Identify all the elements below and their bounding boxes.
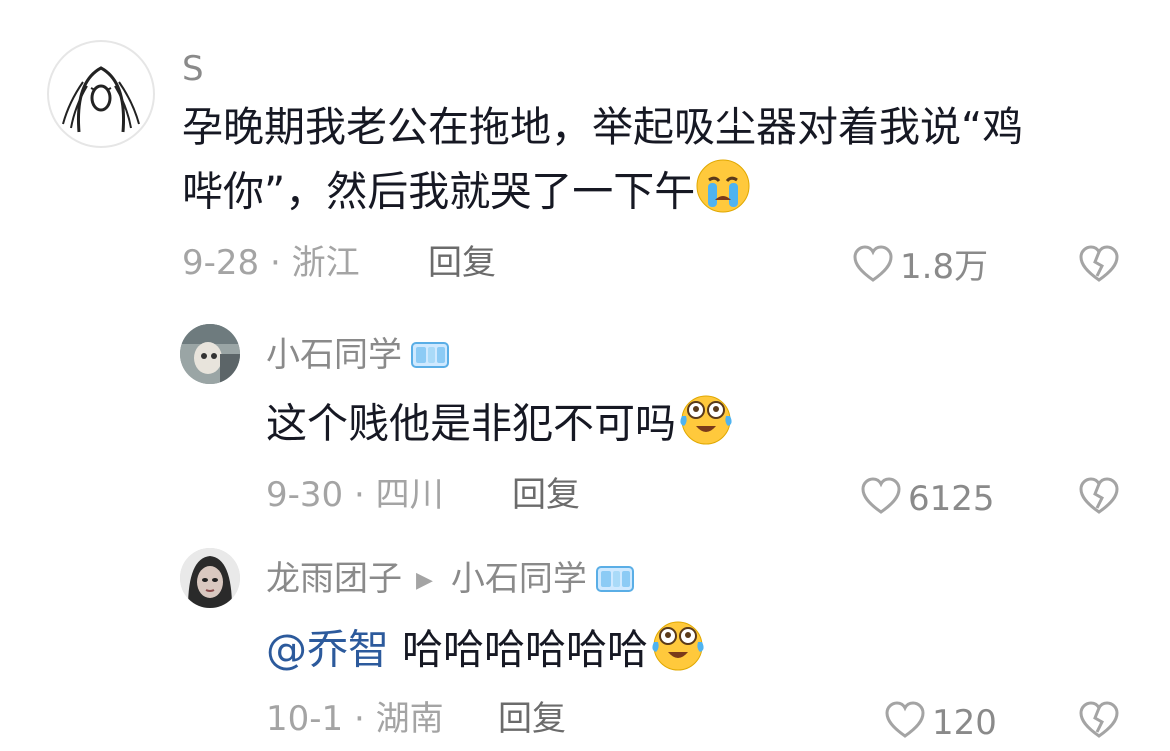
- comment-text-line-1: 孕晚期我老公在拖地，举起吸尘器对着我说“鸡: [182, 103, 1024, 151]
- reply-button[interactable]: 回复: [512, 478, 580, 512]
- dislike-button[interactable]: [1078, 476, 1120, 520]
- avatar[interactable]: [180, 324, 240, 384]
- avatar[interactable]: [180, 548, 240, 608]
- broken-heart-icon: [1079, 701, 1119, 738]
- comment-text-content: 这个贱他是非犯不可吗: [266, 399, 676, 448]
- comment-1: S 孕晚期我老公在拖地，举起吸尘器对着我说“鸡 哔你”，然后我就哭了一下午 9-…: [0, 0, 1170, 300]
- avatar[interactable]: [47, 40, 155, 148]
- like-button[interactable]: 120: [884, 700, 997, 746]
- heart-icon: [884, 700, 932, 746]
- reply-button[interactable]: 回复: [428, 246, 496, 280]
- mention-link[interactable]: @乔智: [266, 626, 389, 674]
- comment-text-line-2-text: 哔你”，然后我就哭了一下午: [182, 167, 696, 216]
- comment-text-line-2: 哔你”，然后我就哭了一下午: [182, 158, 1023, 231]
- like-button[interactable]: 1.8万: [852, 244, 988, 290]
- heart-icon: [860, 476, 908, 522]
- like-count: 120: [932, 703, 997, 743]
- comment-location: 四川: [375, 475, 444, 515]
- laugh-cry-emoji-icon: [676, 390, 736, 463]
- meta-separator: ·: [259, 243, 292, 283]
- ice-cube-badge-icon: [595, 563, 635, 599]
- comment-text: 这个贱他是非犯不可吗: [266, 390, 736, 463]
- comment-text: @乔智 哈哈哈哈哈哈: [266, 616, 708, 689]
- username[interactable]: S: [182, 52, 204, 86]
- reply-to-username[interactable]: 小石同学: [451, 559, 587, 599]
- meta-separator: ·: [343, 699, 376, 739]
- username-text[interactable]: 龙雨团子: [266, 559, 402, 599]
- comment-3: 龙雨团子 ▶ 小石同学 @乔智 哈哈哈哈哈哈 10-1 · 湖南 回复 120: [0, 530, 1170, 751]
- comment-text-content: 哈哈哈哈哈哈: [402, 625, 649, 674]
- comment-location: 湖南: [375, 699, 444, 739]
- crying-emoji-icon: [695, 158, 751, 231]
- comment-meta: 10-1 · 湖南: [266, 702, 444, 736]
- comment-text: 孕晚期我老公在拖地，举起吸尘器对着我说“鸡 哔你”，然后我就哭了一下午: [182, 96, 1023, 231]
- username: 龙雨团子 ▶ 小石同学: [266, 562, 635, 599]
- reply-arrow-icon: ▶: [416, 567, 433, 593]
- meta-separator: ·: [343, 475, 376, 515]
- comment-date: 9-30: [266, 475, 344, 515]
- heart-icon: [852, 244, 900, 290]
- laugh-cry-emoji-icon: [648, 616, 708, 689]
- comment-2: 小石同学 这个贱他是非犯不可吗 9-30 · 四川 回复 6125: [0, 300, 1170, 530]
- like-count: 1.8万: [900, 247, 989, 287]
- ice-cube-badge-icon: [410, 339, 450, 375]
- broken-heart-icon: [1079, 245, 1119, 282]
- comment-meta: 9-30 · 四川: [266, 478, 444, 512]
- dislike-button[interactable]: [1078, 244, 1120, 288]
- like-count: 6125: [908, 479, 995, 519]
- comment-date: 10-1: [266, 699, 344, 739]
- comment-date: 9-28: [182, 243, 260, 283]
- dislike-button[interactable]: [1078, 700, 1120, 744]
- comment-location: 浙江: [291, 243, 360, 283]
- reply-button[interactable]: 回复: [498, 702, 566, 736]
- username-text[interactable]: 小石同学: [266, 335, 402, 375]
- username: 小石同学: [266, 338, 450, 375]
- like-button[interactable]: 6125: [860, 476, 995, 522]
- broken-heart-icon: [1079, 477, 1119, 514]
- text-spacer: [389, 626, 402, 674]
- comment-meta: 9-28 · 浙江: [182, 246, 360, 280]
